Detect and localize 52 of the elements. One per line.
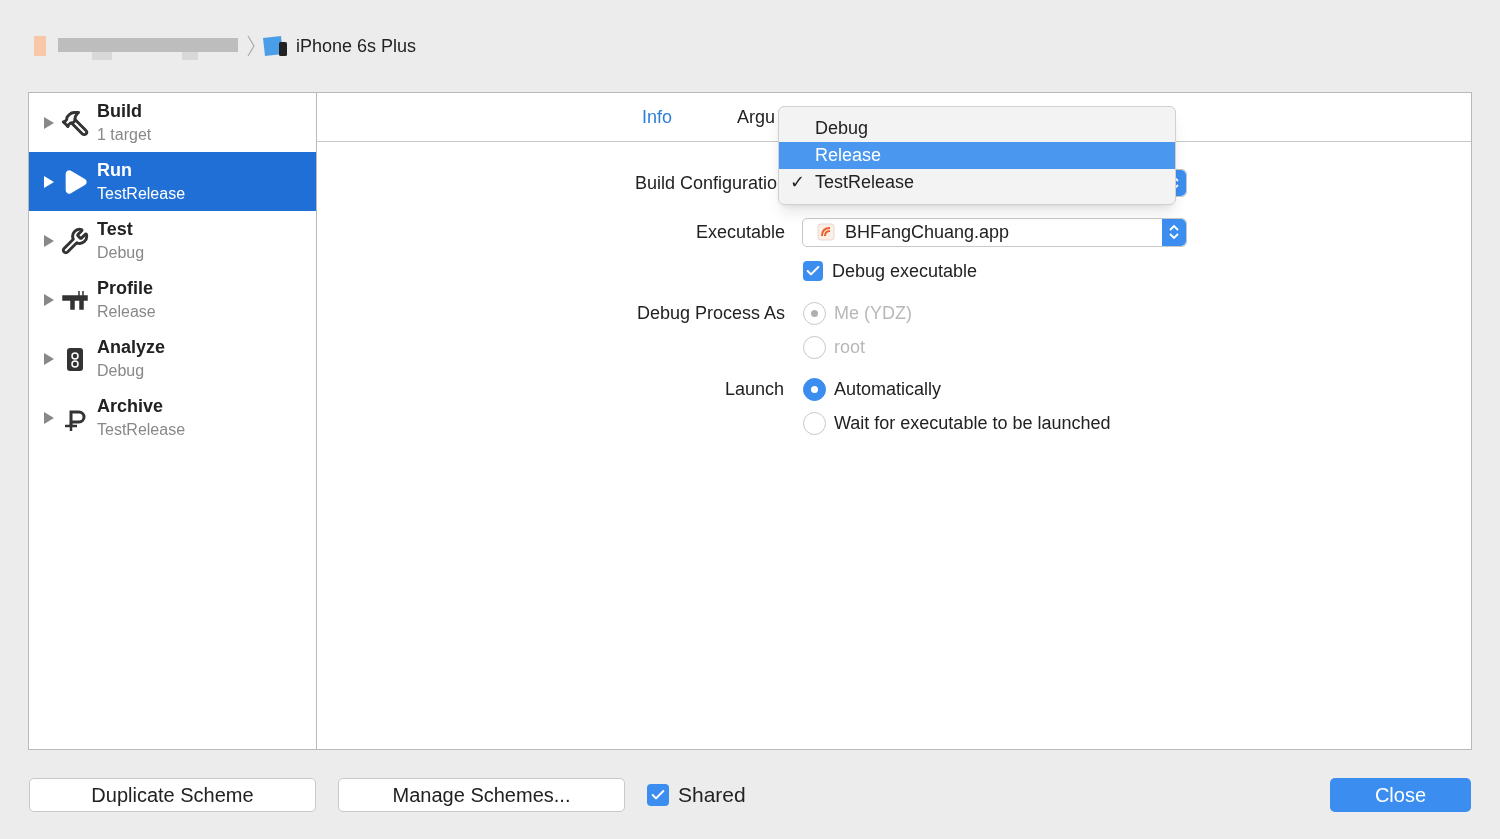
- checkbox-label: Shared: [678, 781, 746, 808]
- menu-item[interactable]: ✓ TestRelease: [779, 169, 1175, 196]
- radio-button[interactable]: [803, 377, 826, 401]
- radio-button[interactable]: [803, 411, 826, 435]
- scheme-action-item[interactable]: Build 1 target: [29, 93, 316, 152]
- chevron-icon: [246, 34, 256, 58]
- disclosure-icon: [43, 410, 55, 425]
- scheme-action-item[interactable]: Test Debug: [29, 211, 316, 270]
- stepper-icon: [1162, 218, 1186, 246]
- checkbox[interactable]: [803, 261, 823, 281]
- action-title: Profile: [97, 276, 154, 300]
- app-icon: [817, 223, 835, 241]
- menu-item[interactable]: Debug: [779, 115, 1175, 142]
- action-title: Run: [97, 158, 133, 182]
- action-title: Build: [97, 99, 143, 123]
- disclosure-icon: [43, 292, 55, 307]
- disclosure-icon: [43, 233, 55, 248]
- scheme-action-item[interactable]: Run TestRelease: [29, 152, 316, 211]
- radio-label: Me (YDZ): [834, 301, 912, 325]
- checkbox[interactable]: [647, 783, 669, 806]
- field-label: Launch: [723, 378, 784, 401]
- action-subtitle: 1 target: [97, 124, 152, 145]
- radio-label: root: [834, 335, 866, 359]
- disclosure-icon: [43, 115, 55, 130]
- tab[interactable]: Argu: [737, 103, 776, 131]
- tab[interactable]: Info: [642, 103, 673, 131]
- wrench-icon: [61, 226, 89, 255]
- radio-label: Automatically: [834, 377, 942, 401]
- device-name: iPhone 6s Plus: [296, 34, 417, 58]
- device-icon: [262, 35, 288, 57]
- radio-label: Wait for executable to be launched: [834, 411, 1111, 435]
- disclosure-icon: [43, 174, 55, 189]
- manage-schemes-button[interactable]: Manage Schemes...: [338, 777, 625, 812]
- action-subtitle: TestRelease: [97, 419, 186, 440]
- action-title: Analyze: [97, 335, 166, 359]
- field-label: Debug Process As: [635, 302, 785, 325]
- hammer-icon: [61, 108, 89, 137]
- duplicate-scheme-button[interactable]: Duplicate Scheme: [29, 777, 316, 812]
- scheme-action-item[interactable]: Profile Release: [29, 270, 316, 329]
- field-label: Build Configuratio: [633, 171, 777, 195]
- action-subtitle: Debug: [97, 242, 145, 263]
- action-title: Archive: [97, 394, 165, 418]
- executable-popup[interactable]: BHFangChuang.app: [802, 217, 1187, 247]
- action-subtitle: Release: [97, 301, 156, 322]
- scheme-action-item[interactable]: Archive TestRelease: [29, 388, 316, 447]
- action-subtitle: TestRelease: [97, 183, 186, 204]
- scheme-action-item[interactable]: Analyze Debug: [29, 329, 316, 388]
- action-title: Test: [97, 217, 134, 241]
- disclosure-icon: [43, 351, 55, 366]
- action-subtitle: Debug: [97, 360, 146, 381]
- field-label: Executable: [694, 220, 785, 244]
- checkbox-label: Debug executable: [832, 259, 978, 283]
